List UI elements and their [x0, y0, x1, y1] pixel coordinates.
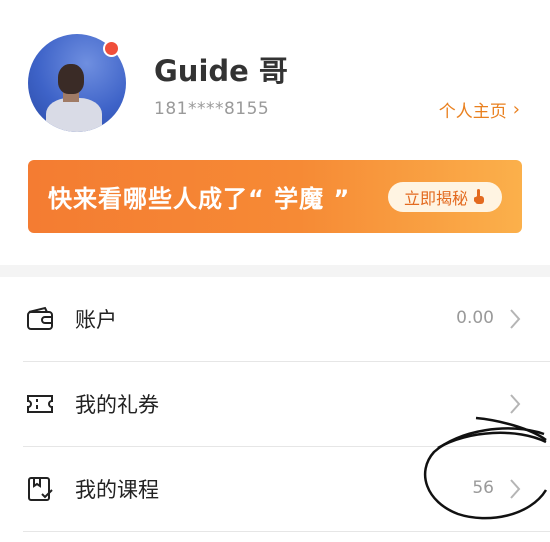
personal-homepage-link[interactable]: 个人主页 › [439, 97, 520, 122]
phone-number: 181****8155 [154, 99, 270, 119]
profile-header: Guide 哥 181****8155 个人主页 › 快来看哪些人成了“ 学魔 … [0, 0, 550, 265]
menu-item-label: 账户 [75, 308, 117, 332]
course-book-icon [28, 477, 53, 501]
chevron-right-icon [510, 309, 521, 329]
avatar-figure-head [58, 64, 84, 94]
chevron-right-icon [510, 479, 521, 499]
avatar[interactable] [28, 34, 126, 132]
notification-dot [103, 40, 120, 57]
promo-banner-text: 快来看哪些人成了“ 学魔 ” [48, 185, 351, 213]
reveal-now-button[interactable]: 立即揭秘 [388, 182, 502, 212]
reveal-now-label: 立即揭秘 [403, 189, 468, 208]
menu-item-label: 我的课程 [75, 478, 159, 502]
menu-item-account[interactable]: 账户 0.00 [23, 277, 550, 362]
account-balance: 0.00 [456, 308, 494, 328]
menu-item-my-coupons[interactable]: 我的礼券 [23, 362, 550, 447]
wallet-icon [27, 306, 53, 330]
course-count: 56 [472, 478, 494, 498]
promo-banner[interactable]: 快来看哪些人成了“ 学魔 ” 立即揭秘 [28, 160, 522, 233]
avatar-figure-body [46, 98, 102, 132]
menu-item-label: 我的礼券 [75, 393, 159, 417]
personal-homepage-label: 个人主页 [438, 102, 507, 122]
pointer-hand-icon [474, 189, 484, 204]
username: Guide 哥 [154, 54, 288, 88]
ticket-icon [27, 395, 53, 413]
menu-list: 账户 0.00 我的礼券 我的课程 56 [0, 277, 550, 532]
chevron-right-icon [510, 394, 521, 414]
menu-item-my-courses[interactable]: 我的课程 56 [23, 447, 550, 532]
section-divider [0, 265, 550, 277]
chevron-right-icon: › [512, 99, 520, 120]
